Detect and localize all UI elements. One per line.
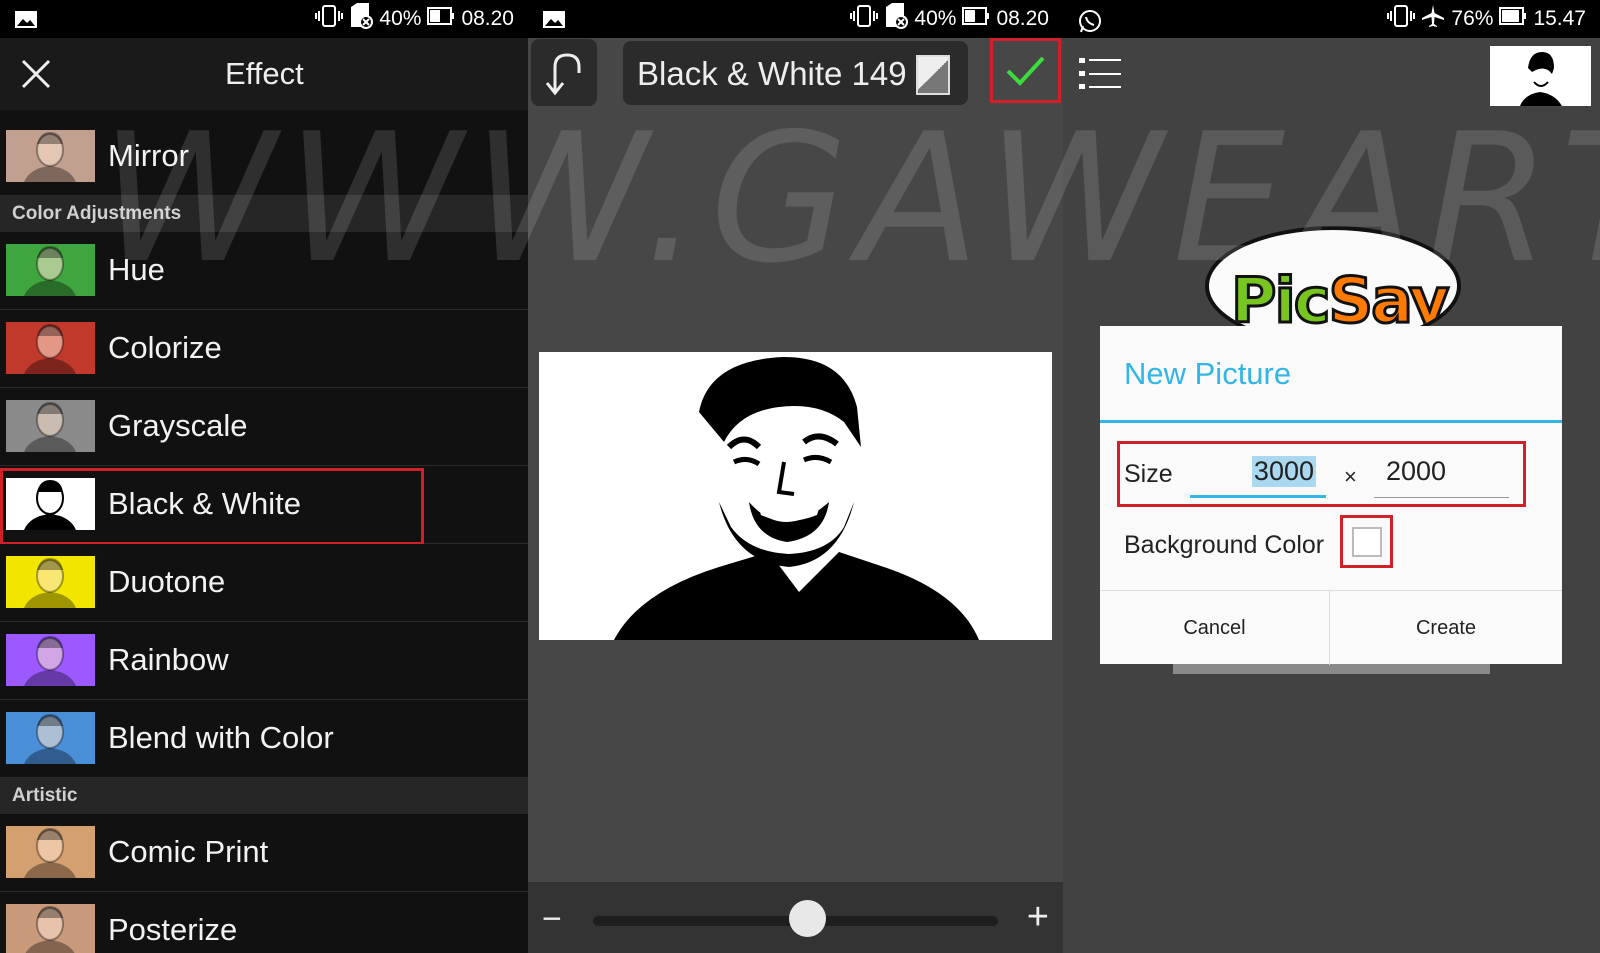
page-title: Effect xyxy=(225,56,304,91)
battery-percent: 40% xyxy=(914,7,957,30)
background-color-swatch xyxy=(1352,527,1382,557)
effect-thumbnail xyxy=(6,826,95,878)
editor-toolbar: Black & White 149 xyxy=(528,38,1063,116)
strength-slider-handle[interactable] xyxy=(789,900,827,937)
battery-percent: 76% xyxy=(1451,7,1494,30)
width-value: 3000 xyxy=(1251,456,1316,487)
decrease-button[interactable]: − xyxy=(542,900,562,939)
section-header: Artistic xyxy=(0,778,528,814)
effect-header: Effect xyxy=(0,38,528,110)
effect-thumbnail xyxy=(6,478,95,530)
clock: 08.20 xyxy=(996,7,1049,30)
effect-item[interactable]: Comic Print xyxy=(0,814,528,892)
effect-thumbnail xyxy=(6,130,95,182)
vibrate-icon xyxy=(850,4,879,34)
clock: 08.20 xyxy=(461,7,514,30)
menu-list-icon[interactable] xyxy=(1079,56,1123,92)
undo-button[interactable] xyxy=(531,39,597,106)
effect-item[interactable]: Grayscale xyxy=(0,388,528,466)
effect-item[interactable]: Hue xyxy=(0,232,528,310)
dialog-title: New Picture xyxy=(1124,356,1292,391)
clock: 15.47 xyxy=(1533,7,1586,30)
effect-panel: 40% 08.20 Effect Mirror Color Adjustments… xyxy=(0,0,528,953)
effect-label: Grayscale xyxy=(108,408,248,443)
image-canvas[interactable] xyxy=(539,352,1052,640)
sim-card-icon xyxy=(349,3,374,35)
effect-item[interactable]: Posterize xyxy=(0,892,528,953)
effect-thumbnail xyxy=(6,904,95,953)
battery-icon xyxy=(1499,6,1527,32)
effect-label: Rainbow xyxy=(108,642,229,677)
section-header: Color Adjustments xyxy=(0,196,528,232)
effect-item[interactable]: Blend with Color xyxy=(0,700,528,778)
cancel-button[interactable]: Cancel xyxy=(1100,591,1330,665)
height-input[interactable]: 2000 xyxy=(1374,448,1509,498)
checkmark-icon xyxy=(1006,56,1045,86)
create-button[interactable]: Create xyxy=(1331,591,1561,665)
effect-thumbnail xyxy=(6,322,95,374)
bw-portrait xyxy=(539,352,1052,640)
battery-icon xyxy=(427,6,455,32)
effect-label: Mirror xyxy=(108,138,189,173)
dialog-divider xyxy=(1100,420,1562,423)
background-color-label: Background Color xyxy=(1124,531,1325,559)
effect-item[interactable]: Black & White xyxy=(0,466,528,545)
filter-selector[interactable]: Black & White 149 xyxy=(623,41,968,105)
effect-label: Comic Print xyxy=(108,834,269,869)
times-sign: × xyxy=(1344,464,1357,489)
status-bar: 40% 08.20 xyxy=(528,0,1063,38)
apply-button[interactable] xyxy=(990,38,1061,103)
vibrate-icon xyxy=(1387,4,1416,34)
filter-preview-swatch xyxy=(916,55,950,95)
effect-thumbnail xyxy=(6,712,95,764)
undo-icon xyxy=(545,53,581,96)
status-bar: 76% 15.47 xyxy=(1063,0,1600,38)
status-bar: 40% 08.20 xyxy=(0,0,528,38)
effect-label: Duotone xyxy=(108,564,226,599)
effect-label: Blend with Color xyxy=(108,720,334,755)
effect-thumbnail xyxy=(6,400,95,452)
height-value: 2000 xyxy=(1386,456,1447,486)
close-icon[interactable] xyxy=(18,56,54,92)
airplane-mode-icon xyxy=(1421,4,1445,34)
effect-item[interactable]: Colorize xyxy=(0,310,528,388)
effect-label: Black & White xyxy=(108,486,301,521)
sim-card-icon xyxy=(884,3,909,35)
effect-item[interactable]: Mirror xyxy=(0,118,528,196)
effect-list: Mirror Color Adjustments Hue Colorize Graysc… xyxy=(0,118,528,953)
effect-thumbnail xyxy=(6,634,95,686)
effect-thumbnail xyxy=(6,556,95,608)
new-picture-dialog: New Picture Size 3000 × 2000 Background … xyxy=(1100,326,1562,665)
effect-label: Posterize xyxy=(108,912,238,947)
effect-item[interactable]: Rainbow xyxy=(0,622,528,700)
width-input[interactable]: 3000 xyxy=(1190,448,1326,498)
increase-button[interactable]: + xyxy=(1027,896,1049,939)
background-color-picker[interactable] xyxy=(1340,515,1393,568)
editor-panel: 40% 08.20 Black & White 149 − + xyxy=(528,0,1063,953)
vibrate-icon xyxy=(315,4,344,34)
dialog-buttons: Cancel Create xyxy=(1100,590,1562,665)
gallery-notification-icon xyxy=(542,8,566,36)
effect-item[interactable]: Duotone xyxy=(0,544,528,622)
filter-name: Black & White 149 xyxy=(637,55,907,92)
battery-icon xyxy=(962,6,990,32)
gallery-notification-icon xyxy=(14,8,38,36)
effect-label: Hue xyxy=(108,252,165,287)
effect-label: Colorize xyxy=(108,330,222,365)
recent-image-thumbnail[interactable] xyxy=(1490,46,1591,106)
effect-thumbnail xyxy=(6,244,95,296)
strength-slider-bar: − + xyxy=(528,882,1063,953)
new-picture-panel: 76% 15.47 PicSay New Picture Size 3000 ×… xyxy=(1063,0,1600,953)
whatsapp-notification-icon xyxy=(1077,8,1103,40)
size-label: Size xyxy=(1124,460,1173,488)
battery-percent: 40% xyxy=(379,7,422,30)
